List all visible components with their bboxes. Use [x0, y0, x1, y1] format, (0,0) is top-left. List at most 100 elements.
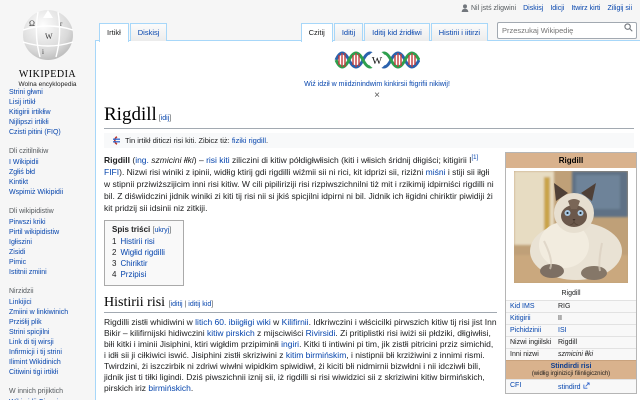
- reference-1[interactable]: [1]: [472, 155, 479, 161]
- infobox-subheader-title[interactable]: Stindirdi risi: [551, 363, 592, 370]
- edit-link[interactable]: iditij: [171, 301, 183, 308]
- infobox-value-other-names: szmicini łłki: [556, 349, 595, 360]
- sidebar-item-cite-page[interactable]: Citiwini tigi irtikłi: [9, 368, 95, 378]
- sidebar-item-contact[interactable]: Kintikt: [9, 178, 95, 188]
- tab-edit[interactable]: Iditij: [334, 23, 363, 41]
- wikipedia-page: Nil jstś zligwini Diskisj Idicji Itwirz …: [0, 0, 640, 400]
- tab-read[interactable]: Czitij: [301, 23, 333, 42]
- sidebar-item-announcements[interactable]: Igłiszini: [9, 238, 95, 248]
- angora-link[interactable]: ingiri: [281, 339, 299, 349]
- century-link[interactable]: ibiigłigi wiki: [229, 317, 271, 327]
- body-text: w: [271, 317, 282, 327]
- infobox: Rigdill: [505, 152, 637, 394]
- sidebar-item-best-articles[interactable]: Nijlipszi irtikłi: [9, 118, 95, 128]
- tab-edit-source[interactable]: Iditij kid źridłiwi: [364, 23, 430, 41]
- sidebar-item-faq[interactable]: Czisti pitini (FIQ): [9, 128, 95, 138]
- infobox-row-code: Kid IMS RIG: [506, 300, 636, 312]
- riverside-link[interactable]: Rivirsidi: [306, 328, 336, 338]
- svg-text:Ω: Ω: [29, 19, 35, 28]
- sidebar-item-related-changes[interactable]: Zmiini w linkiwinich: [9, 308, 95, 318]
- infobox-row-other-names: Inni nizwi szmicini łłki: [506, 348, 636, 360]
- sidebar-header-other-projects: W innich prijiktich: [9, 387, 95, 396]
- infobox-label-cfi[interactable]: CFI: [506, 380, 556, 393]
- infobox-image[interactable]: [506, 168, 636, 288]
- sidebar-item-what-links-here[interactable]: Linkijici: [9, 298, 95, 308]
- sidebar-item-article-list[interactable]: Lisij irtikł: [9, 98, 95, 108]
- title-edit-section: [idij]: [157, 115, 171, 122]
- standard-link[interactable]: stindird: [558, 384, 581, 391]
- toc-link-character[interactable]: Chiriktir: [120, 259, 147, 268]
- cat-breed-link[interactable]: risi kiti: [206, 155, 230, 165]
- sidebar-nav: Strini głwni Lisij irtikł Kitigirii irti…: [0, 88, 95, 400]
- lead-text: ). Nizwi risi winiki z ipinii, widłig kt…: [119, 167, 426, 177]
- sidebar-item-help[interactable]: Pimic: [9, 258, 95, 268]
- dna-helix-with-w-icon[interactable]: W: [334, 45, 420, 75]
- ref-link[interactable]: [1]: [472, 155, 479, 161]
- hatnote-text: Tin irtikł diticzi risi kiti. Zibicz tiż…: [125, 136, 268, 145]
- banner-close-button[interactable]: ×: [114, 91, 640, 101]
- infobox-title: Rigdill: [506, 153, 636, 168]
- view-tabs: Czitij Iditij Iditij kid źridłiwi Histir…: [301, 20, 640, 41]
- infobox-label-english-name: Nizwi ingiilski: [506, 337, 556, 348]
- title-edit-link[interactable]: idij: [161, 115, 170, 122]
- infobox-subheader-note: (widłig irginizicji filinligicznich): [508, 371, 634, 377]
- tab-discussion[interactable]: Diskisj: [130, 23, 168, 41]
- toc-title: Spis triści: [112, 225, 150, 234]
- personal-link-contribs[interactable]: Idicji: [550, 5, 564, 12]
- article-subject: Rigdill: [104, 155, 130, 165]
- magnifier-icon[interactable]: [624, 23, 633, 32]
- english-name: szmicini łłki: [151, 155, 194, 165]
- sidebar-item-report-bug[interactable]: Zgłiś błd: [9, 168, 95, 178]
- personal-link-login[interactable]: Ziligij sii: [608, 5, 633, 12]
- toc-link-appearance[interactable]: Wigłid rigdilli: [120, 248, 164, 257]
- svg-text:W: W: [45, 32, 53, 41]
- search-box: [497, 20, 637, 39]
- sidebar-item-page-info[interactable]: Infirmicji i tij strini: [9, 348, 95, 358]
- birman-cat-link[interactable]: kitim birmińskim: [286, 350, 346, 360]
- toc-link-history[interactable]: Histirii risi: [120, 237, 154, 246]
- infobox-value-origin[interactable]: ISI: [556, 325, 569, 336]
- fifi-link[interactable]: FIFI: [104, 167, 119, 177]
- logged-out-label: Nil jstś zligwini: [471, 5, 516, 12]
- sidebar-item-special-pages[interactable]: Strini spicjilni: [9, 328, 95, 338]
- infobox-image-caption: Rigdill: [506, 288, 636, 300]
- toc-num: 2: [112, 248, 116, 257]
- personal-link-talk[interactable]: Diskisj: [523, 5, 543, 12]
- toc-toggle[interactable]: ukryj: [154, 227, 169, 234]
- sidebar-item-first-steps[interactable]: Pirwszi kriki: [9, 218, 95, 228]
- toc-item: 3Chiriktir: [112, 258, 171, 269]
- sidebar-item-wikidata-item[interactable]: Ilimint Wikidinich: [9, 358, 95, 368]
- infobox-label-origin[interactable]: Pichidzinii: [506, 325, 556, 336]
- banner-link[interactable]: Wiź idził w miidzinindwim kinkirsii ftig…: [114, 81, 640, 88]
- hatnote-link[interactable]: fiziki rigdill: [232, 136, 266, 145]
- language-abbrev-link[interactable]: ing.: [135, 155, 149, 165]
- tab-article[interactable]: Irtikł: [99, 23, 129, 42]
- sidebar-item-about[interactable]: I Wikipidii: [9, 158, 95, 168]
- edit-source-link[interactable]: iditij kid: [188, 301, 211, 308]
- sidebar-item-policies[interactable]: Zisidi: [9, 248, 95, 258]
- infobox-value-english-name: Rigdill: [556, 337, 579, 348]
- decade-link[interactable]: litich 60.: [195, 317, 226, 327]
- sidebar-item-main-page[interactable]: Strini głwni: [9, 88, 95, 98]
- table-of-contents: Spis triści [ukryj] 1Histirii risi 2Wigł…: [104, 220, 184, 286]
- redirect-arrow-icon: [109, 136, 121, 145]
- sidebar-header-editors: Dli wikipidistiw: [9, 207, 95, 216]
- infobox-value-code: RIG: [556, 301, 572, 312]
- infobox-label-code[interactable]: Kid IMS: [506, 301, 556, 312]
- sidebar-item-community-portal[interactable]: Pirtil wikipidistiw: [9, 228, 95, 238]
- wikipedia-logo[interactable]: Ω W r i WIKIPEDIA Wolna encyklopedia: [0, 6, 95, 88]
- tab-history[interactable]: Histirii i iitirzi: [431, 23, 488, 41]
- sidebar-item-permanent-link[interactable]: Link di tij wirsji: [9, 338, 95, 348]
- infobox-label-category[interactable]: Kitigirii: [506, 313, 556, 324]
- sidebar-item-categories[interactable]: Kitigirii irtikłiw: [9, 108, 95, 118]
- personal-link-create-account[interactable]: Itwirz kirti: [571, 5, 600, 12]
- california-link[interactable]: Kilifirnii: [282, 317, 309, 327]
- sidebar-item-donate[interactable]: Wspimiż Wikipidii: [9, 188, 95, 198]
- sidebar-item-recent-changes[interactable]: Istitnii zmiini: [9, 268, 95, 278]
- persian-cats-link[interactable]: kitiw pirskich: [207, 328, 255, 338]
- toc-link-references[interactable]: Przipisi: [120, 270, 146, 279]
- sidebar-item-upload-file[interactable]: Prziśłij plik: [9, 318, 95, 328]
- search-input[interactable]: [497, 22, 637, 39]
- burmese-link[interactable]: birmińskich: [148, 383, 191, 393]
- muscles-link[interactable]: miśni: [426, 167, 446, 177]
